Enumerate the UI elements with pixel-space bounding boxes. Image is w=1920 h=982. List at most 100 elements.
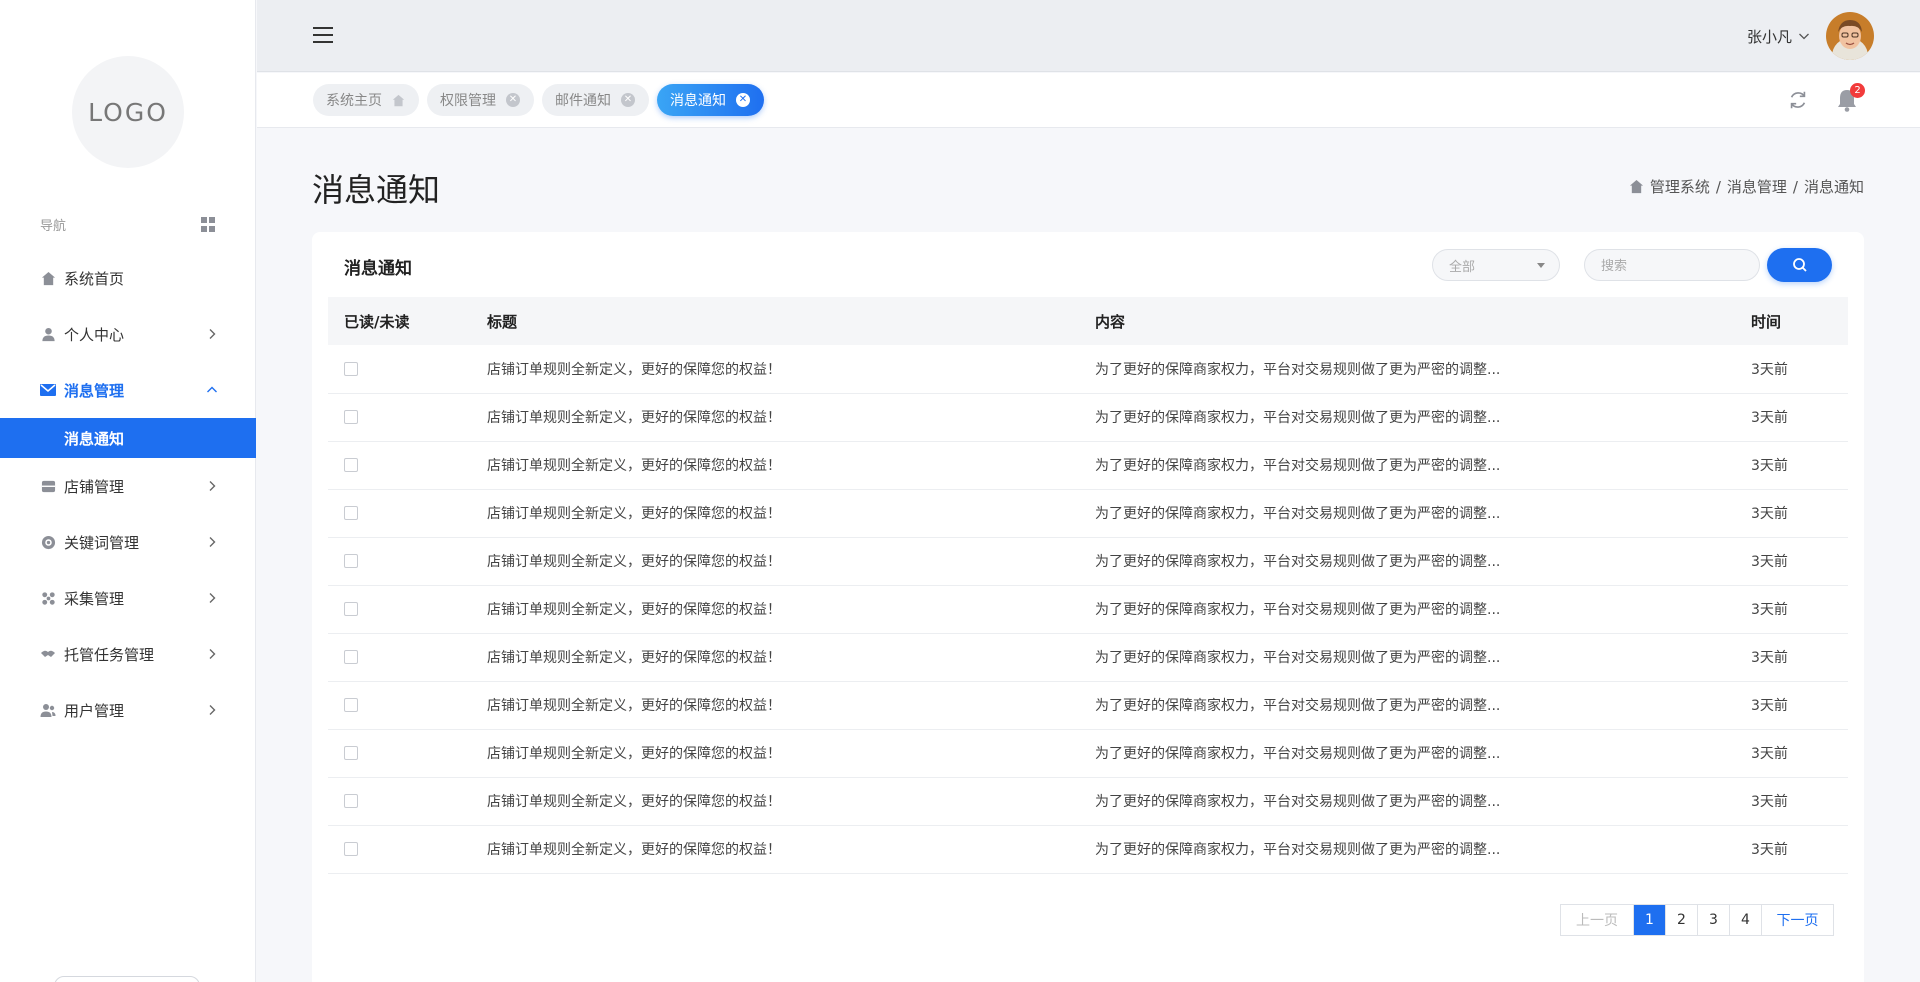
sidebar-item-home[interactable]: 系统首页 <box>0 250 256 306</box>
close-icon[interactable]: ✕ <box>506 93 520 107</box>
search-input[interactable] <box>1584 249 1760 281</box>
chevron-right-icon <box>209 481 216 491</box>
sidebar-item-collection[interactable]: 采集管理 <box>0 570 256 626</box>
home-icon <box>392 94 405 106</box>
chevron-right-icon <box>209 649 216 659</box>
read-checkbox[interactable] <box>344 746 358 760</box>
table-header-row: 已读/未读 标题 内容 时间 <box>328 297 1848 345</box>
sidebar-item-messages[interactable]: 消息管理 <box>0 362 256 418</box>
read-checkbox[interactable] <box>344 506 358 520</box>
sidebar-item-profile[interactable]: 个人中心 <box>0 306 256 362</box>
sidebar-item-label: 系统首页 <box>64 269 125 288</box>
search-icon <box>1792 258 1807 272</box>
content-cell: 为了更好的保障商家权力，平台对交易规则做了更为严密的调整... <box>1079 441 1735 490</box>
close-icon[interactable]: ✕ <box>621 93 635 107</box>
read-status-cell <box>328 489 471 538</box>
table-row[interactable]: 店铺订单规则全新定义，更好的保障您的权益！ 为了更好的保障商家权力，平台对交易规则… <box>328 825 1848 874</box>
sidebar-item-store[interactable]: 店铺管理 <box>0 458 256 514</box>
sidebar-item-keywords[interactable]: 关键词管理 <box>0 514 256 570</box>
avatar[interactable] <box>1826 12 1874 60</box>
prev-page-button[interactable]: 上一页 <box>1561 905 1633 935</box>
time-cell: 3天前 <box>1735 489 1848 538</box>
table-row[interactable]: 店铺订单规则全新定义，更好的保障您的权益！ 为了更好的保障商家权力，平台对交易规则… <box>328 777 1848 826</box>
sidebar-item-label: 用户管理 <box>64 701 125 720</box>
tab-email[interactable]: 邮件通知 ✕ <box>542 84 649 116</box>
chevron-down-icon <box>1799 33 1809 40</box>
tab-permissions[interactable]: 权限管理 ✕ <box>427 84 534 116</box>
page-button[interactable]: 1 <box>1633 905 1665 935</box>
title-cell: 店铺订单规则全新定义，更好的保障您的权益！ <box>471 633 1079 682</box>
read-checkbox[interactable] <box>344 410 358 424</box>
table-row[interactable]: 店铺订单规则全新定义，更好的保障您的权益！ 为了更好的保障商家权力，平台对交易规则… <box>328 393 1848 442</box>
sidebar-item-label: 店铺管理 <box>64 477 125 496</box>
page-tabs: 系统主页 权限管理 ✕ 邮件通知 ✕ 消息通知 ✕ <box>313 84 764 116</box>
read-checkbox[interactable] <box>344 361 358 376</box>
read-status-cell <box>328 777 471 826</box>
handshake-icon <box>40 646 56 662</box>
chevron-right-icon <box>209 537 216 547</box>
notification-bell[interactable]: 2 <box>1835 83 1865 113</box>
content-cell: 为了更好的保障商家权力，平台对交易规则做了更为严密的调整... <box>1079 777 1735 826</box>
sidebar-bottom-button[interactable] <box>54 976 200 982</box>
tab-notifications[interactable]: 消息通知 ✕ <box>657 84 764 116</box>
table-row[interactable]: 店铺订单规则全新定义，更好的保障您的权益！ 为了更好的保障商家权力，平台对交易规则… <box>328 537 1848 586</box>
home-icon <box>40 270 56 286</box>
menu-toggle-icon[interactable] <box>313 27 333 43</box>
table-row[interactable]: 店铺订单规则全新定义，更好的保障您的权益！ 为了更好的保障商家权力，平台对交易规则… <box>328 345 1848 394</box>
tab-home[interactable]: 系统主页 <box>313 84 419 116</box>
read-status-cell <box>328 441 471 490</box>
tab-label: 权限管理 <box>440 93 496 109</box>
store-icon <box>40 478 56 494</box>
close-icon[interactable]: ✕ <box>736 93 750 107</box>
table-row[interactable]: 店铺订单规则全新定义，更好的保障您的权益！ 为了更好的保障商家权力，平台对交易规则… <box>328 729 1848 778</box>
read-checkbox[interactable] <box>344 842 358 856</box>
page-button[interactable]: 3 <box>1697 905 1729 935</box>
content-cell: 为了更好的保障商家权力，平台对交易规则做了更为严密的调整... <box>1079 537 1735 586</box>
search-button[interactable] <box>1767 248 1832 282</box>
column-header-title: 标题 <box>471 297 1079 345</box>
read-checkbox[interactable] <box>344 794 358 808</box>
read-checkbox[interactable] <box>344 650 358 664</box>
title-cell: 店铺订单规则全新定义，更好的保障您的权益！ <box>471 777 1079 826</box>
sidebar-item-hosted-tasks[interactable]: 托管任务管理 <box>0 626 256 682</box>
table-row[interactable]: 店铺订单规则全新定义，更好的保障您的权益！ 为了更好的保障商家权力，平台对交易规则… <box>328 681 1848 730</box>
read-checkbox[interactable] <box>344 554 358 568</box>
title-cell: 店铺订单规则全新定义，更好的保障您的权益！ <box>471 729 1079 778</box>
nav-heading: 导航 <box>40 215 216 234</box>
time-cell: 3天前 <box>1735 393 1848 442</box>
title-cell: 店铺订单规则全新定义，更好的保障您的权益！ <box>471 585 1079 634</box>
filter-select[interactable]: 全部 <box>1432 249 1560 281</box>
time-cell: 3天前 <box>1735 633 1848 682</box>
time-cell: 3天前 <box>1735 441 1848 490</box>
table-row[interactable]: 店铺订单规则全新定义，更好的保障您的权益！ 为了更好的保障商家权力，平台对交易规则… <box>328 489 1848 538</box>
caret-down-icon <box>1537 263 1545 268</box>
content-cell: 为了更好的保障商家权力，平台对交易规则做了更为严密的调整... <box>1079 393 1735 442</box>
sidebar-item-label: 个人中心 <box>64 325 125 344</box>
page-button[interactable]: 2 <box>1665 905 1697 935</box>
read-status-cell <box>328 345 471 394</box>
table-row[interactable]: 店铺订单规则全新定义，更好的保障您的权益！ 为了更好的保障商家权力，平台对交易规则… <box>328 633 1848 682</box>
breadcrumb-item[interactable]: 管理系统 <box>1650 176 1710 197</box>
home-icon <box>1629 179 1643 194</box>
table-row[interactable]: 店铺订单规则全新定义，更好的保障您的权益！ 为了更好的保障商家权力，平台对交易规则… <box>328 585 1848 634</box>
read-checkbox[interactable] <box>344 602 358 616</box>
content-cell: 为了更好的保障商家权力，平台对交易规则做了更为严密的调整... <box>1079 585 1735 634</box>
logo: LOGO <box>72 56 184 168</box>
title-cell: 店铺订单规则全新定义，更好的保障您的权益！ <box>471 825 1079 874</box>
sidebar-subitem-notifications[interactable]: 消息通知 <box>0 418 256 458</box>
chevron-up-icon <box>207 386 217 393</box>
title-cell: 店铺订单规则全新定义，更好的保障您的权益！ <box>471 681 1079 730</box>
next-page-button[interactable]: 下一页 <box>1761 905 1833 935</box>
refresh-icon[interactable] <box>1787 89 1809 111</box>
content-cell: 为了更好的保障商家权力，平台对交易规则做了更为严密的调整... <box>1079 633 1735 682</box>
breadcrumb-item[interactable]: 消息管理 <box>1727 176 1787 197</box>
page-button[interactable]: 4 <box>1729 905 1761 935</box>
grid-icon[interactable] <box>201 217 216 232</box>
sidebar-item-users[interactable]: 用户管理 <box>0 682 256 738</box>
users-icon <box>40 702 56 718</box>
read-checkbox[interactable] <box>344 698 358 712</box>
read-checkbox[interactable] <box>344 458 358 472</box>
table-row[interactable]: 店铺订单规则全新定义，更好的保障您的权益！ 为了更好的保障商家权力，平台对交易规则… <box>328 441 1848 490</box>
user-menu[interactable]: 张小凡 <box>1747 12 1874 60</box>
title-cell: 店铺订单规则全新定义，更好的保障您的权益！ <box>471 489 1079 538</box>
